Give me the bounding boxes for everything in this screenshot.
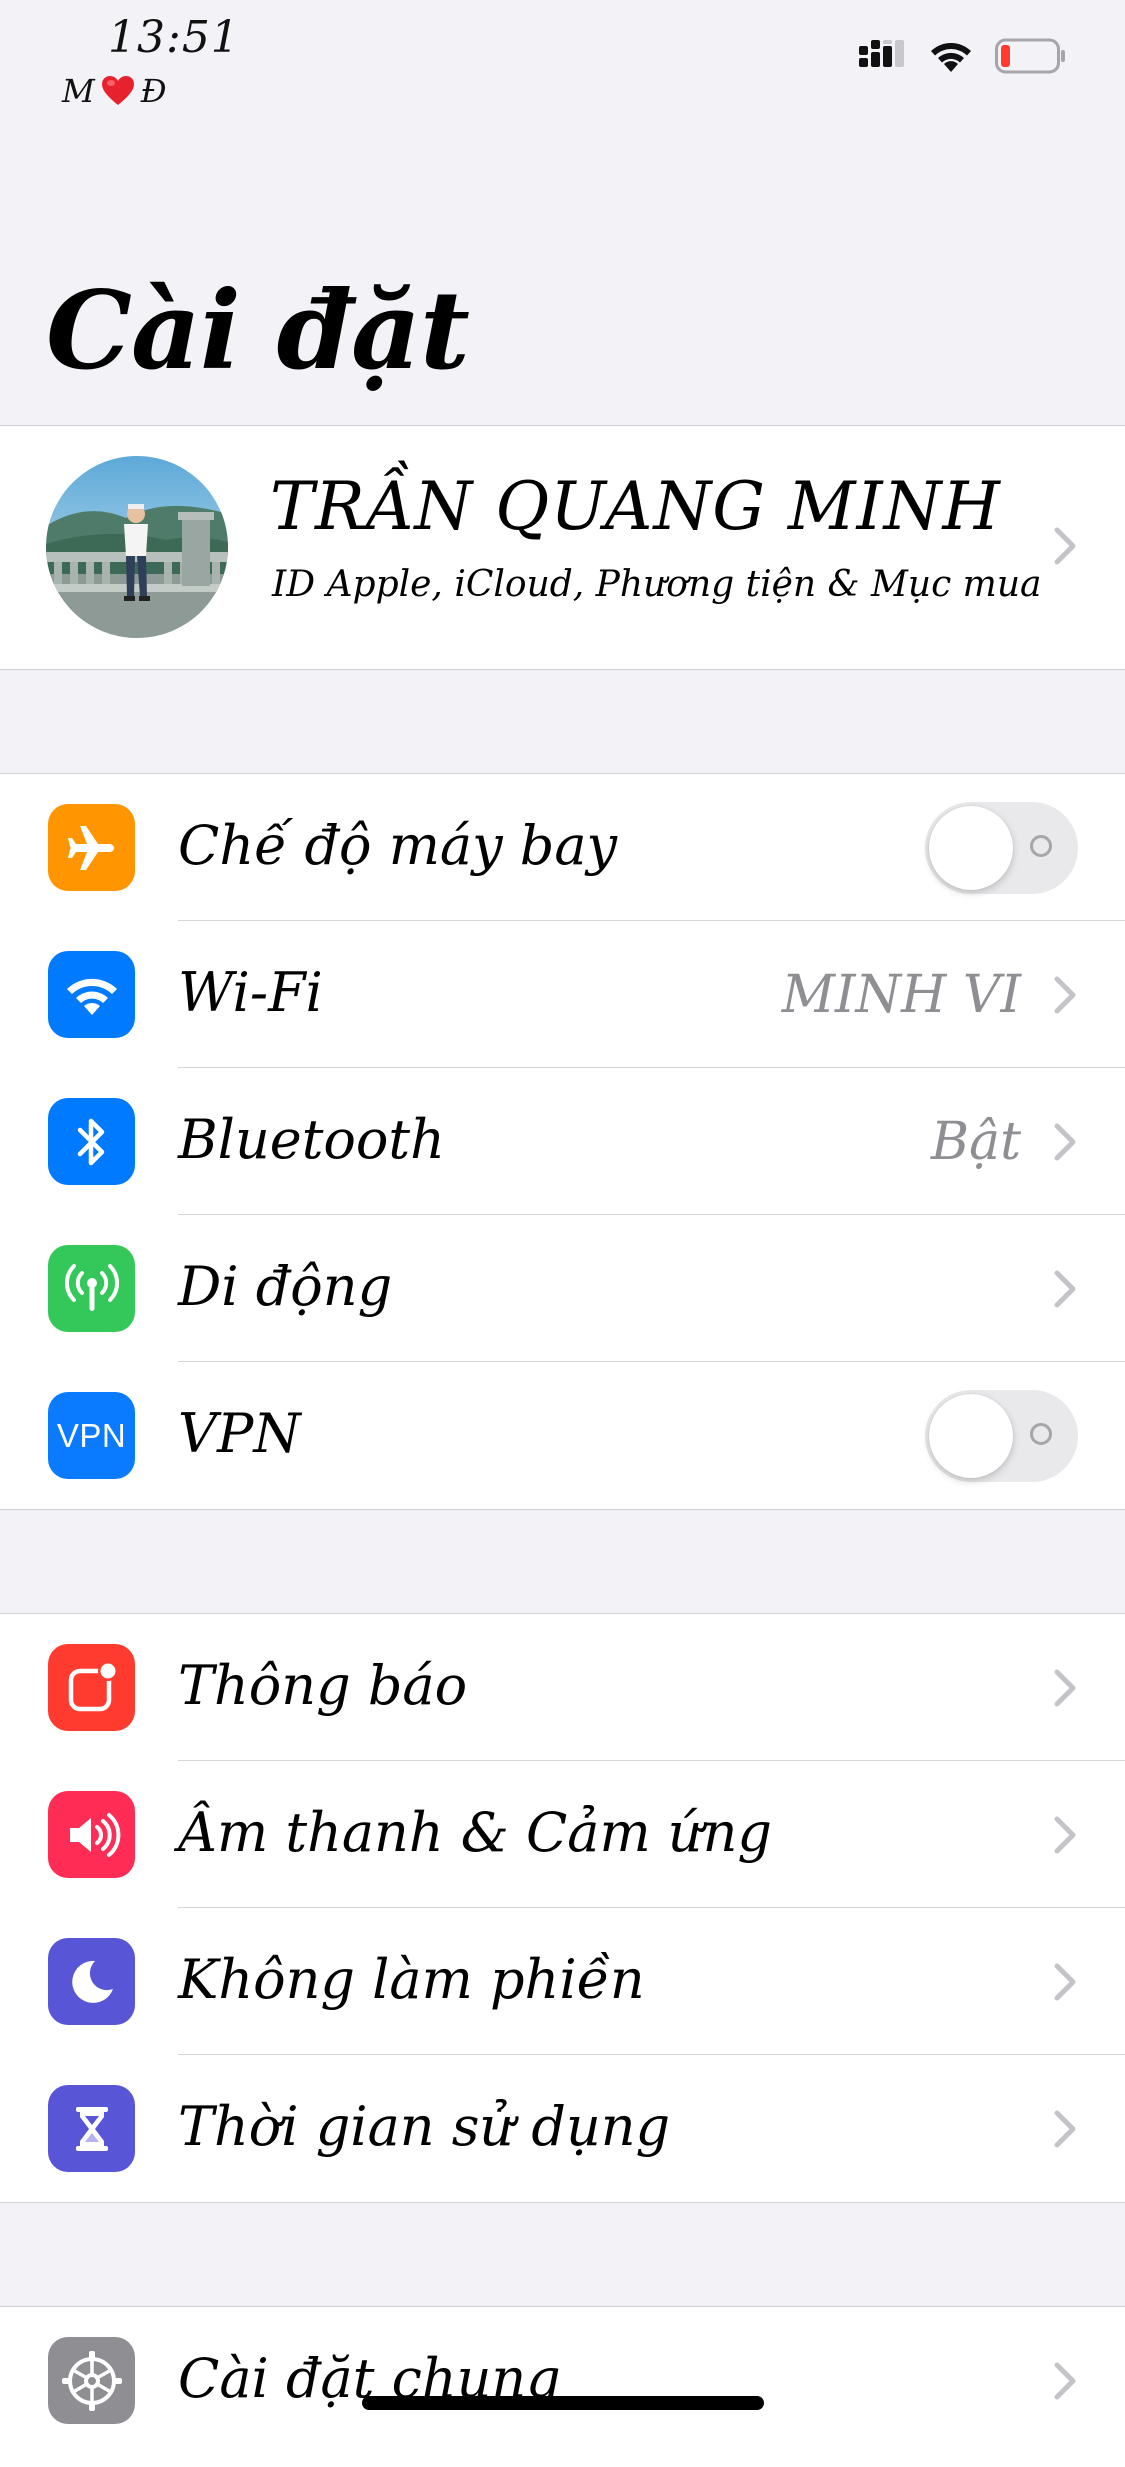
- page-title: Cài đặt: [46, 268, 470, 394]
- heart-icon: [101, 76, 134, 105]
- speaker-icon: [48, 1791, 135, 1878]
- screen-time-label: Thời gian sử dụng: [178, 2095, 671, 2158]
- profile-name: TRẦN QUANG MINH: [270, 468, 1001, 545]
- sounds-haptics-row[interactable]: Âm thanh & Cảm ứng: [0, 1761, 1125, 1908]
- do-not-disturb-label: Không làm phiền: [178, 1948, 645, 2011]
- apple-id-profile-row[interactable]: TRẦN QUANG MINH ID Apple, iCloud, Phương…: [0, 425, 1125, 670]
- avatar: [46, 456, 228, 638]
- hourglass-icon: [48, 2085, 135, 2172]
- chevron-right-icon: [1054, 1123, 1076, 1161]
- wifi-label: Wi-Fi: [178, 961, 323, 1024]
- toggle-knob: [929, 1394, 1013, 1478]
- sounds-haptics-label: Âm thanh & Cảm ứng: [178, 1801, 772, 1864]
- connectivity-group: Chế độ máy bay Wi-Fi MINH VI Bluetooth B…: [0, 773, 1125, 1510]
- airplane-icon: [48, 804, 135, 891]
- vpn-toggle[interactable]: [925, 1390, 1078, 1482]
- signal-strength-icon: [859, 40, 904, 67]
- chevron-right-icon: [1054, 527, 1076, 565]
- carrier-label: M Đ: [62, 72, 167, 110]
- chevron-right-icon: [1054, 1816, 1076, 1854]
- status-bar: 13:51 M Đ: [0, 0, 1125, 120]
- status-icons: [859, 38, 1067, 74]
- profile-subtitle: ID Apple, iCloud, Phương tiện & Mục mua: [272, 564, 1042, 605]
- chevron-right-icon: [1054, 976, 1076, 1014]
- cellular-label: Di động: [178, 1255, 393, 1318]
- notifications-group: Thông báo Âm thanh & Cảm ứng Không làm p…: [0, 1613, 1125, 2203]
- chevron-right-icon: [1054, 1270, 1076, 1308]
- bluetooth-status-value: Bật: [930, 1112, 1021, 1172]
- status-time: 13:51: [108, 12, 240, 63]
- gear-icon: [48, 2337, 135, 2424]
- cellular-row[interactable]: Di động: [0, 1215, 1125, 1362]
- vpn-row: VPN VPN: [0, 1362, 1125, 1509]
- carrier-right: Đ: [140, 72, 167, 110]
- chevron-right-icon: [1054, 1963, 1076, 2001]
- notifications-row[interactable]: Thông báo: [0, 1614, 1125, 1761]
- notifications-icon: [48, 1644, 135, 1731]
- general-row[interactable]: Cài đặt chung: [0, 2307, 1125, 2454]
- moon-icon: [48, 1938, 135, 2025]
- home-indicator[interactable]: [362, 2396, 764, 2410]
- general-group: Cài đặt chung: [0, 2306, 1125, 2467]
- vpn-label: VPN: [178, 1402, 301, 1465]
- toggle-knob: [929, 806, 1013, 890]
- do-not-disturb-row[interactable]: Không làm phiền: [0, 1908, 1125, 2055]
- wifi-icon: [48, 951, 135, 1038]
- wifi-network-value: MINH VI: [781, 965, 1021, 1025]
- toggle-off-indicator: [1030, 835, 1052, 857]
- wifi-status-icon: [931, 43, 971, 72]
- bluetooth-icon: [48, 1098, 135, 1185]
- toggle-off-indicator: [1030, 1423, 1052, 1445]
- notifications-label: Thông báo: [178, 1654, 468, 1717]
- chevron-right-icon: [1054, 1669, 1076, 1707]
- chevron-right-icon: [1054, 2362, 1076, 2400]
- battery-icon: [995, 38, 1065, 74]
- vpn-icon: VPN: [48, 1392, 135, 1479]
- carrier-left: M: [62, 72, 95, 110]
- bluetooth-row[interactable]: Bluetooth Bật: [0, 1068, 1125, 1215]
- airplane-mode-row: Chế độ máy bay: [0, 774, 1125, 921]
- vpn-icon-text: VPN: [56, 1416, 127, 1454]
- cellular-antenna-icon: [48, 1245, 135, 1332]
- chevron-right-icon: [1054, 2110, 1076, 2148]
- airplane-mode-label: Chế độ máy bay: [178, 814, 618, 877]
- bluetooth-label: Bluetooth: [178, 1108, 445, 1171]
- airplane-mode-toggle[interactable]: [925, 802, 1078, 894]
- wifi-row[interactable]: Wi-Fi MINH VI: [0, 921, 1125, 1068]
- screen-time-row[interactable]: Thời gian sử dụng: [0, 2055, 1125, 2202]
